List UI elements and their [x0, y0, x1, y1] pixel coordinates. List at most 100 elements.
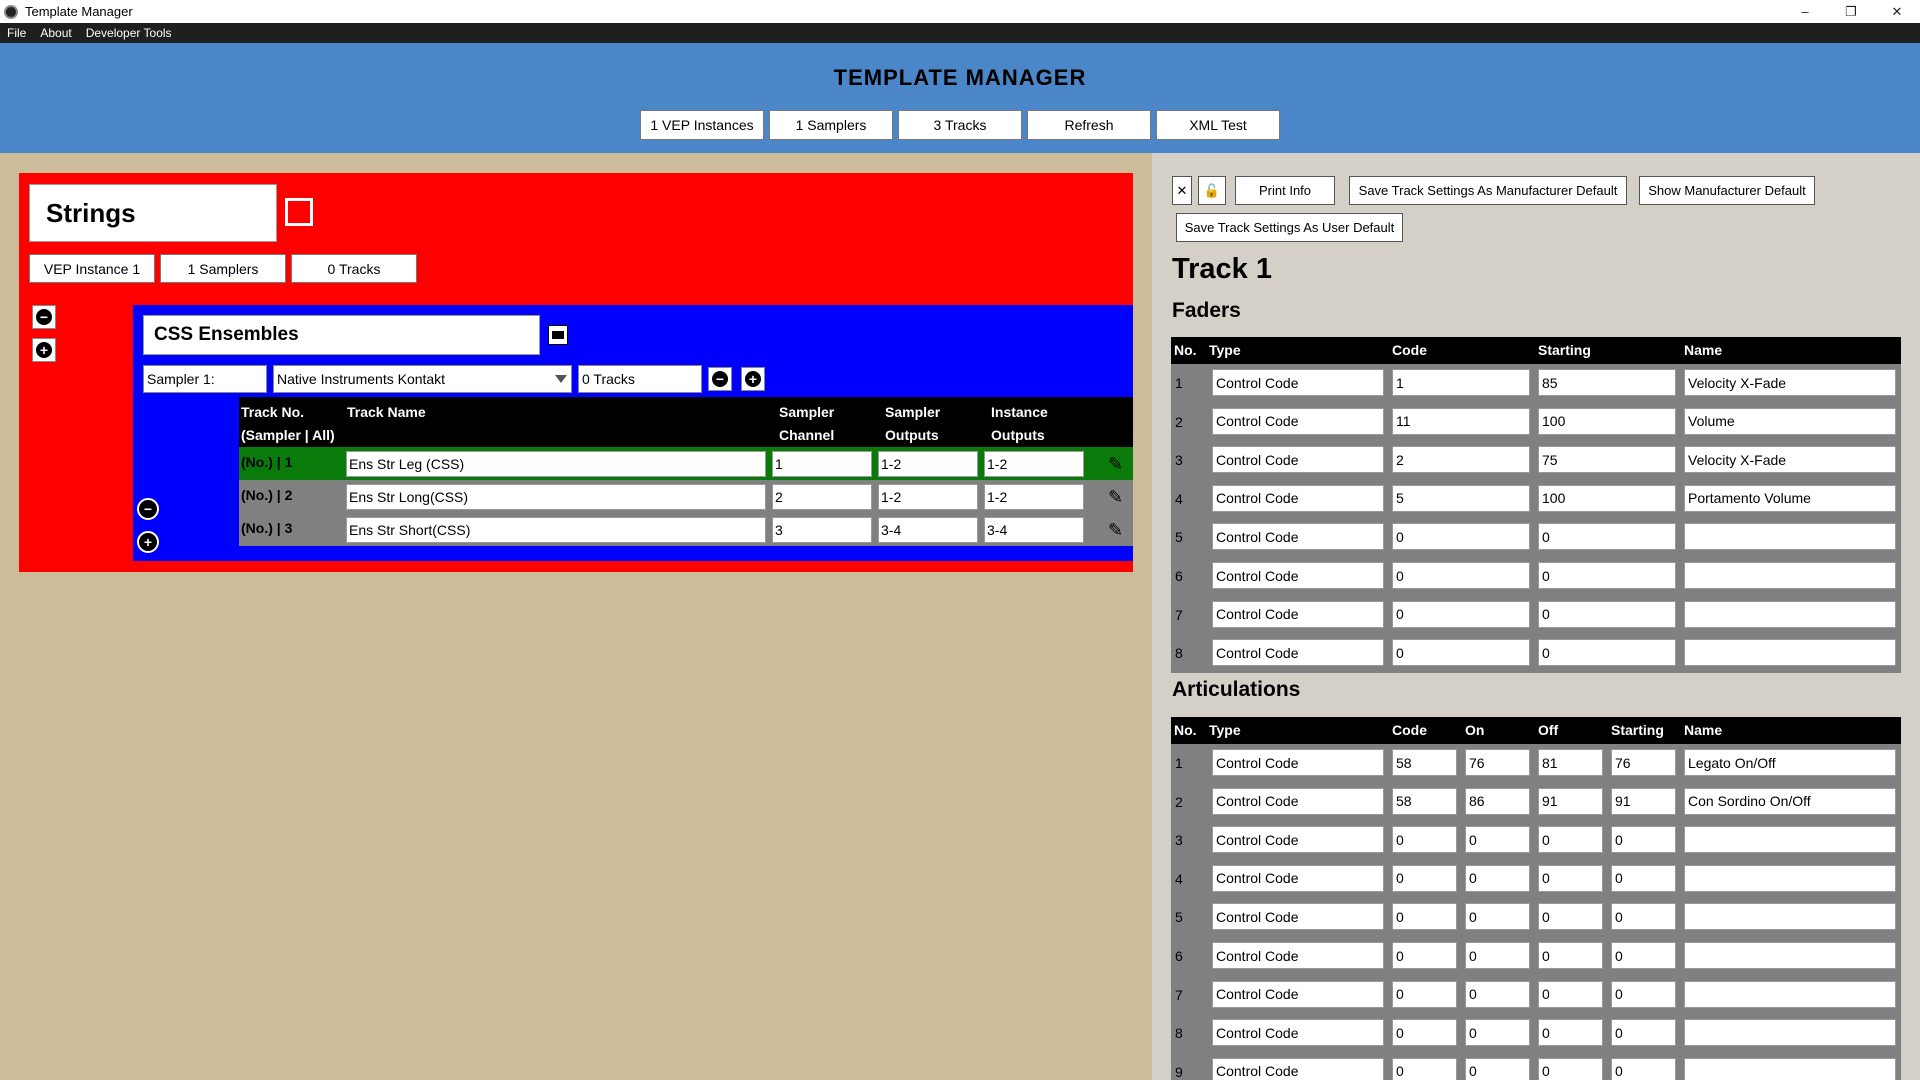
type-field[interactable]: Control Code: [1212, 562, 1384, 589]
code-field[interactable]: 1: [1392, 369, 1530, 396]
on-field[interactable]: 0: [1465, 903, 1530, 931]
starting-field[interactable]: 0: [1538, 523, 1676, 551]
type-field[interactable]: Control Code: [1212, 484, 1384, 512]
close-panel-button[interactable]: ✕: [1172, 176, 1192, 205]
off-field[interactable]: 0: [1538, 980, 1603, 1008]
off-field[interactable]: 0: [1538, 864, 1603, 892]
sampler-label-field[interactable]: Sampler 1:: [143, 365, 267, 393]
off-field[interactable]: 0: [1538, 826, 1603, 854]
on-field[interactable]: 0: [1465, 1019, 1530, 1047]
name-field[interactable]: [1684, 1019, 1896, 1047]
track-row[interactable]: (No.) | 3 Ens Str Short(CSS) 3 3-4 3-4 ✎: [239, 513, 1133, 546]
starting-field[interactable]: 0: [1611, 980, 1676, 1008]
on-field[interactable]: 0: [1465, 864, 1530, 892]
name-field[interactable]: [1684, 903, 1896, 931]
vep-name-field[interactable]: Strings: [29, 184, 277, 242]
sampler-tracks-field[interactable]: 0 Tracks: [578, 365, 702, 393]
starting-field[interactable]: 75: [1538, 446, 1676, 474]
tracks-button[interactable]: 3 Tracks: [898, 110, 1022, 140]
sampler-plugin-select[interactable]: Native Instruments Kontakt: [273, 365, 572, 393]
add-track-button[interactable]: +: [741, 367, 765, 391]
vep-samplers-button[interactable]: 1 Samplers: [160, 254, 286, 283]
code-field[interactable]: 0: [1392, 639, 1530, 667]
vep-checkbox[interactable]: [285, 198, 313, 226]
save-manufacturer-default-button[interactable]: Save Track Settings As Manufacturer Defa…: [1349, 176, 1627, 205]
menu-about[interactable]: About: [33, 26, 78, 40]
on-field[interactable]: 0: [1465, 826, 1530, 854]
code-field[interactable]: 0: [1392, 523, 1530, 551]
sampler-channel-field[interactable]: 1: [772, 451, 872, 477]
sampler-channel-field[interactable]: 2: [772, 484, 872, 510]
maximize-button[interactable]: ❐: [1828, 0, 1874, 23]
sampler-outputs-field[interactable]: 3-4: [878, 517, 978, 543]
instance-outputs-field[interactable]: 3-4: [984, 517, 1084, 543]
starting-field[interactable]: 85: [1538, 369, 1676, 396]
off-field[interactable]: 0: [1538, 903, 1603, 931]
track-name-field[interactable]: Ens Str Short(CSS): [346, 517, 766, 543]
code-field[interactable]: 0: [1392, 1019, 1457, 1047]
on-field[interactable]: 0: [1465, 942, 1530, 969]
code-field[interactable]: 0: [1392, 826, 1457, 854]
name-field[interactable]: Velocity X-Fade: [1684, 446, 1896, 474]
code-field[interactable]: 0: [1392, 1057, 1457, 1080]
name-field[interactable]: [1684, 826, 1896, 854]
off-field[interactable]: 81: [1538, 749, 1603, 776]
name-field[interactable]: Con Sordino On/Off: [1684, 787, 1896, 815]
xml-test-button[interactable]: XML Test: [1156, 110, 1280, 140]
starting-field[interactable]: 0: [1611, 1019, 1676, 1047]
edit-icon[interactable]: ✎: [1108, 520, 1123, 541]
track-row[interactable]: (No.) | 2 Ens Str Long(CSS) 2 1-2 1-2 ✎: [239, 480, 1133, 513]
menu-file[interactable]: File: [0, 26, 33, 40]
name-field[interactable]: Portamento Volume: [1684, 484, 1896, 512]
starting-field[interactable]: 0: [1538, 562, 1676, 589]
edit-icon[interactable]: ✎: [1108, 487, 1123, 508]
code-field[interactable]: 58: [1392, 749, 1457, 776]
type-field[interactable]: Control Code: [1212, 826, 1384, 854]
edit-icon[interactable]: ✎: [1108, 454, 1123, 475]
minimize-button[interactable]: –: [1782, 0, 1828, 23]
name-field[interactable]: [1684, 864, 1896, 892]
remove-track-button[interactable]: −: [708, 367, 732, 391]
sampler-channel-field[interactable]: 3: [772, 517, 872, 543]
code-field[interactable]: 0: [1392, 600, 1530, 628]
sampler-outputs-field[interactable]: 1-2: [878, 484, 978, 510]
name-field[interactable]: [1684, 523, 1896, 551]
starting-field[interactable]: 0: [1611, 1057, 1676, 1080]
name-field[interactable]: [1684, 980, 1896, 1008]
name-field[interactable]: Volume: [1684, 407, 1896, 435]
add-row-button[interactable]: +: [136, 530, 160, 554]
type-field[interactable]: Control Code: [1212, 600, 1384, 628]
instance-outputs-field[interactable]: 1-2: [984, 484, 1084, 510]
name-field[interactable]: Velocity X-Fade: [1684, 369, 1896, 396]
code-field[interactable]: 0: [1392, 864, 1457, 892]
type-field[interactable]: Control Code: [1212, 942, 1384, 969]
remove-row-button[interactable]: −: [136, 497, 160, 521]
type-field[interactable]: Control Code: [1212, 1019, 1384, 1047]
track-row[interactable]: (No.) | 1 Ens Str Leg (CSS) 1 1-2 1-2 ✎: [239, 447, 1133, 480]
add-sampler-button[interactable]: +: [32, 338, 56, 362]
vep-instance-button[interactable]: VEP Instance 1: [29, 254, 155, 283]
name-field[interactable]: [1684, 942, 1896, 969]
refresh-button[interactable]: Refresh: [1027, 110, 1151, 140]
name-field[interactable]: Legato On/Off: [1684, 749, 1896, 776]
type-field[interactable]: Control Code: [1212, 1057, 1384, 1080]
type-field[interactable]: Control Code: [1212, 407, 1384, 435]
off-field[interactable]: 91: [1538, 787, 1603, 815]
lock-button[interactable]: 🔓: [1198, 176, 1226, 205]
type-field[interactable]: Control Code: [1212, 749, 1384, 776]
type-field[interactable]: Control Code: [1212, 980, 1384, 1008]
on-field[interactable]: 0: [1465, 980, 1530, 1008]
close-button[interactable]: ✕: [1874, 0, 1920, 23]
on-field[interactable]: 0: [1465, 1057, 1530, 1080]
track-name-field[interactable]: Ens Str Leg (CSS): [346, 451, 766, 477]
show-manufacturer-default-button[interactable]: Show Manufacturer Default: [1639, 176, 1815, 205]
name-field[interactable]: [1684, 1057, 1896, 1080]
type-field[interactable]: Control Code: [1212, 639, 1384, 667]
type-field[interactable]: Control Code: [1212, 446, 1384, 474]
off-field[interactable]: 0: [1538, 942, 1603, 969]
starting-field[interactable]: 0: [1611, 826, 1676, 854]
code-field[interactable]: 2: [1392, 446, 1530, 474]
off-field[interactable]: 0: [1538, 1019, 1603, 1047]
starting-field[interactable]: 0: [1538, 600, 1676, 628]
sampler-outputs-field[interactable]: 1-2: [878, 451, 978, 477]
